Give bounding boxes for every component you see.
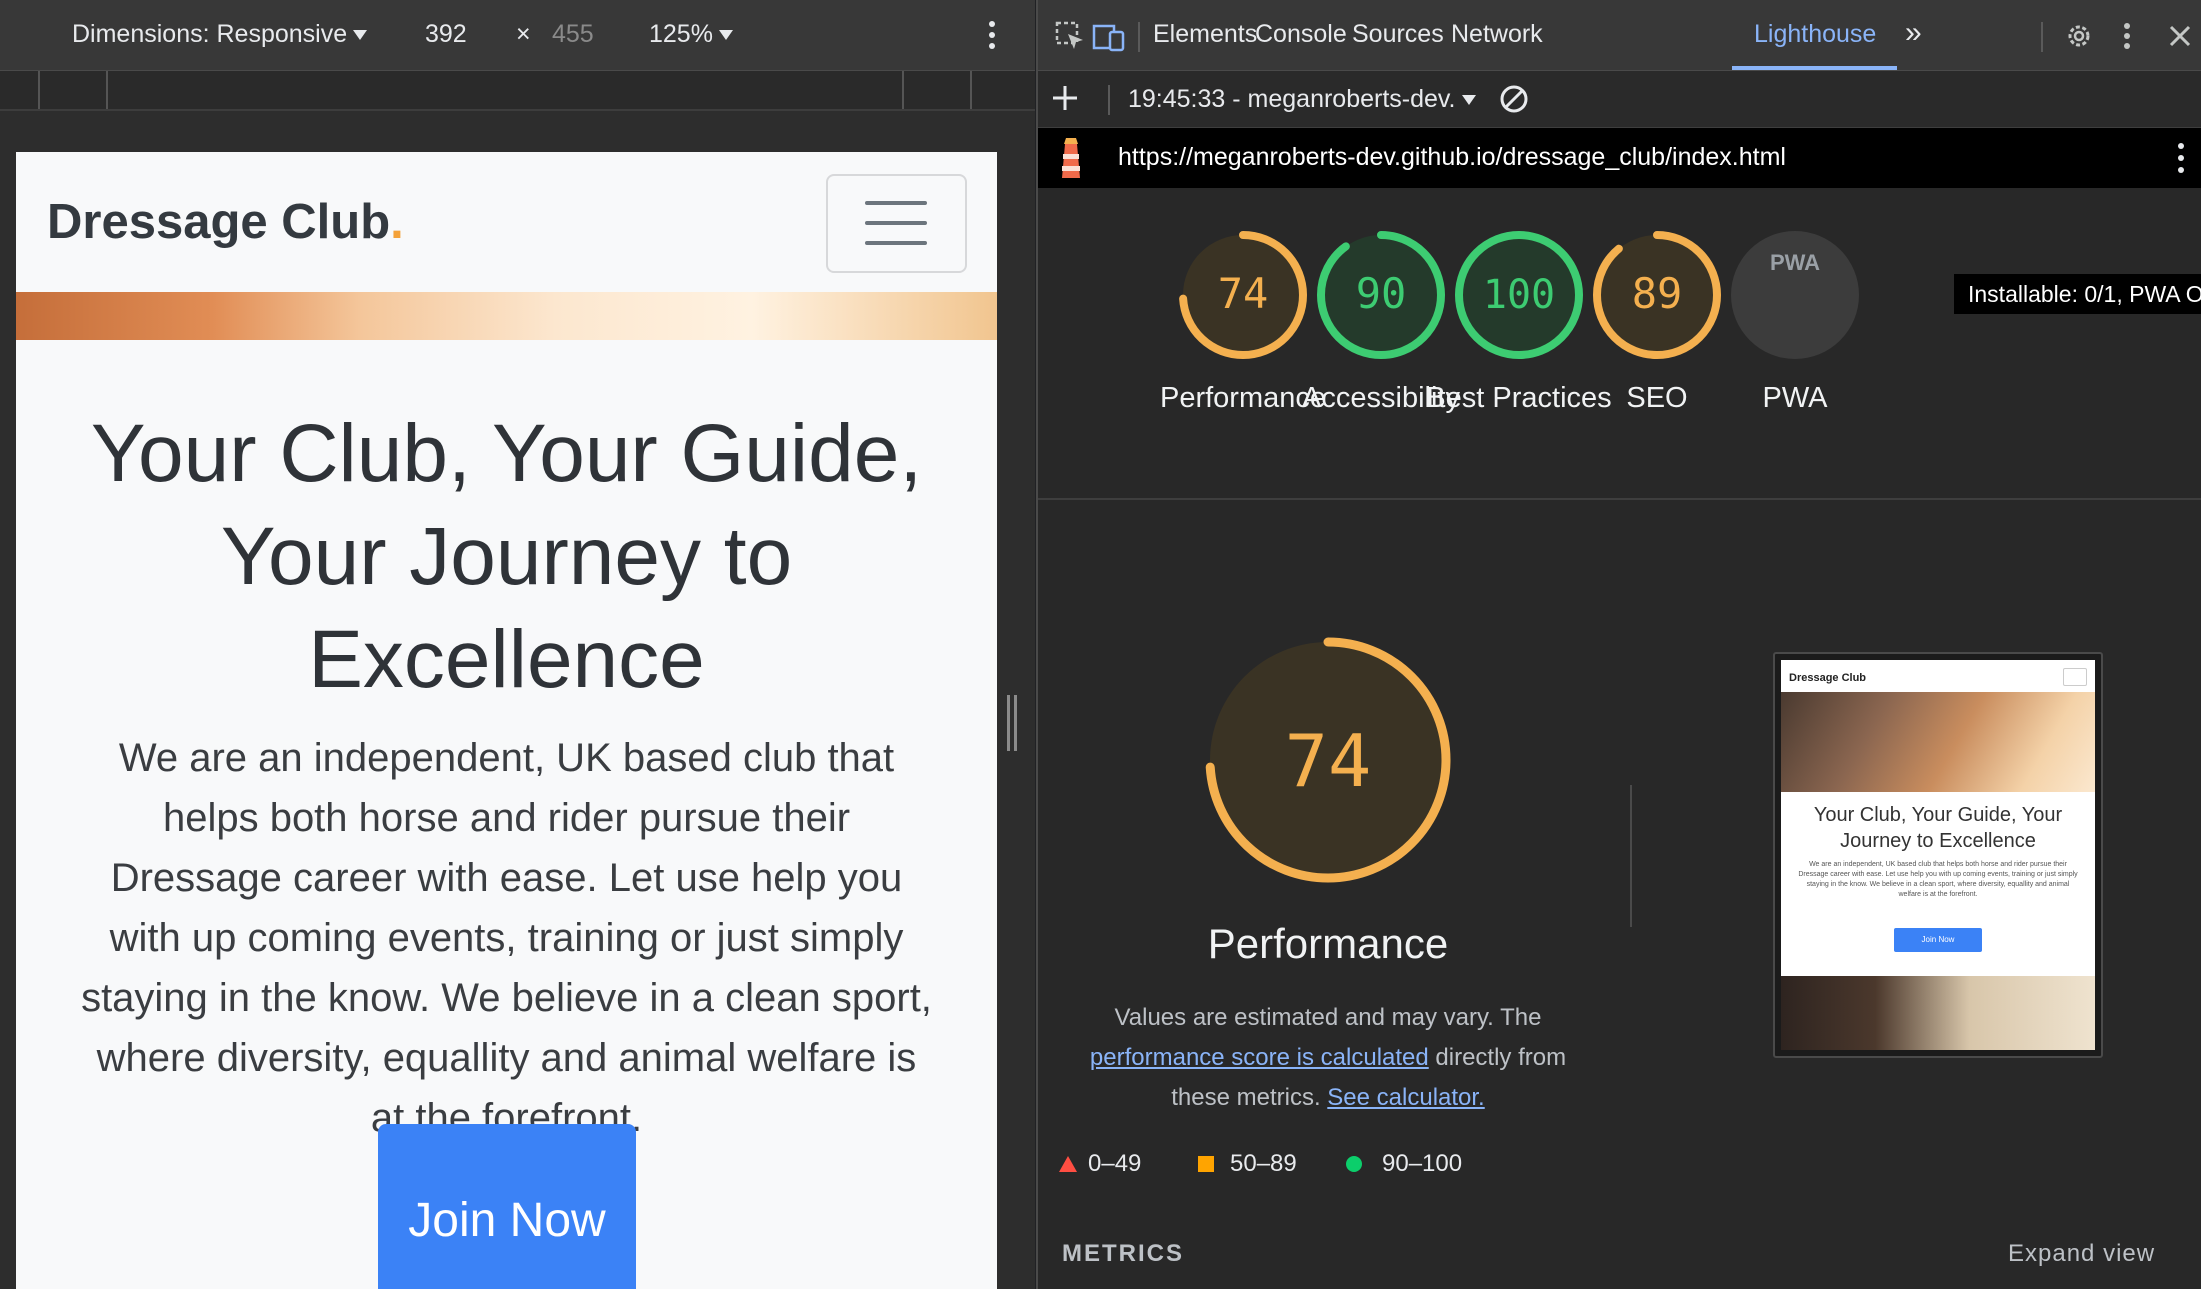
metrics-heading: METRICS (1062, 1240, 1184, 1267)
tab-elements[interactable]: Elements (1153, 20, 1257, 49)
times-icon: × (516, 20, 531, 48)
inspect-element-icon[interactable] (1054, 20, 1086, 57)
emulated-viewport: Dressage Club. Your Club, Your Guide, Yo… (16, 152, 997, 1289)
report-url[interactable]: https://meganroberts-dev.github.io/dress… (1118, 143, 1786, 172)
legend-range-fail: 0–49 (1088, 1150, 1142, 1177)
close-icon[interactable] (2166, 22, 2194, 55)
circle-pass-icon (1344, 1154, 1364, 1179)
ruler-tick (970, 71, 972, 109)
caret-down-icon (1461, 95, 1476, 106)
hamburger-icon (865, 221, 927, 225)
more-options-icon[interactable] (2120, 20, 2134, 57)
resize-handle[interactable] (1006, 695, 1018, 751)
hero-image (16, 292, 997, 340)
hero-title: Your Club, Your Guide, Your Journey to E… (90, 408, 923, 705)
score-legend: 0–49 50–89 90–100 (1058, 1150, 1858, 1190)
gauge-pwa[interactable]: PWA PWA (1698, 228, 1892, 418)
hamburger-icon (865, 241, 927, 245)
resize-handle-line (1014, 695, 1017, 751)
pwa-tooltip: Installable: 0/1, PWA Optimized (1954, 274, 2201, 314)
legend-range-average: 50–89 (1230, 1150, 1297, 1177)
hero-card: Your Club, Your Guide, Your Journey to E… (16, 340, 997, 1289)
caret-down-icon (353, 30, 368, 41)
performance-description: Values are estimated and may vary. The p… (1078, 998, 1578, 1118)
brand-text: Dressage Club (47, 195, 391, 249)
screenshot-title: Your Club, Your Guide, Your Journey to E… (1813, 804, 2063, 852)
performance-section: 74 Performance Values are estimated and … (1038, 500, 2201, 1289)
lighthouse-toolbar: 19:45:33 - meganroberts-dev. (1038, 71, 2201, 128)
see-calculator-link[interactable]: See calculator. (1327, 1084, 1484, 1111)
pwa-badge-label: PWA (1770, 250, 1820, 275)
score-value: 100 (1483, 272, 1555, 318)
brand-dot: . (390, 195, 404, 249)
plus-icon[interactable] (1050, 83, 1080, 118)
tab-console[interactable]: Console (1255, 20, 1347, 49)
separator (1138, 22, 1140, 52)
legend-range-pass: 90–100 (1382, 1150, 1463, 1177)
hero-text: We are an independent, UK based club tha… (81, 736, 932, 1140)
screenshot-page: Dressage Club Your Club, Your Guide, You… (1781, 660, 2095, 1050)
score-value: 90 (1356, 269, 1407, 318)
square-average-icon (1196, 1154, 1216, 1179)
gauge-label: PWA (1762, 382, 1828, 414)
site-brand[interactable]: Dressage Club. (47, 194, 404, 250)
device-toolbar-icon[interactable] (1092, 20, 1126, 57)
screenshot-hamburger-icon (2063, 668, 2087, 686)
zoom-label: 125% (649, 20, 713, 48)
screenshot-footer-image (1781, 976, 2095, 1050)
separator (1108, 85, 1110, 115)
screenshot-brand: Dressage Club (1789, 672, 1867, 684)
ruler-tick (902, 71, 904, 109)
width-input[interactable]: 392 (425, 20, 467, 49)
dimensions-label: Dimensions: Responsive (72, 20, 348, 48)
score-calculated-link[interactable]: performance score is calculated (1090, 1044, 1429, 1071)
ruler-tick (38, 71, 40, 109)
media-query-ruler[interactable] (0, 71, 1035, 111)
caret-down-icon (718, 30, 733, 41)
more-options-icon[interactable] (2175, 140, 2187, 181)
score-gauges: 74 Performance 90 Accessibility 100 Best… (1038, 188, 2201, 500)
tab-network[interactable]: Network (1451, 20, 1543, 49)
more-tabs-icon[interactable]: » (1905, 16, 1922, 50)
screenshot-hero-card: Your Club, Your Guide, Your Journey to E… (1781, 792, 2095, 976)
performance-score: 74 (1285, 719, 1372, 803)
pwa-badge-icon: PWA (1731, 231, 1859, 359)
report-url-bar: https://meganroberts-dev.github.io/dress… (1038, 128, 2201, 188)
active-tab-indicator (1732, 66, 1897, 70)
tab-sources[interactable]: Sources (1352, 20, 1444, 49)
resize-handle-line (1007, 695, 1010, 751)
triangle-fail-icon (1058, 1154, 1078, 1179)
hamburger-icon (865, 201, 927, 205)
zoom-dropdown[interactable]: 125% (649, 20, 733, 49)
tab-lighthouse[interactable]: Lighthouse (1754, 20, 1876, 49)
clear-icon[interactable] (1498, 83, 1530, 120)
settings-gear-icon[interactable] (2063, 20, 2095, 57)
desc-text: Values are estimated and may vary. The (1114, 1004, 1542, 1031)
dimensions-dropdown[interactable]: Dimensions: Responsive (72, 20, 368, 49)
final-screenshot[interactable]: Dressage Club Your Club, Your Guide, You… (1773, 652, 2103, 1058)
join-now-button[interactable]: Join Now (378, 1124, 636, 1289)
height-input[interactable]: 455 (552, 20, 594, 49)
score-value: 74 (1218, 269, 1269, 318)
performance-big-gauge: 74 (1205, 637, 1451, 883)
screenshot-hero-image (1781, 692, 2095, 792)
screenshot-text: We are an independent, UK based club tha… (1798, 861, 2078, 898)
lighthouse-icon (1056, 136, 1086, 185)
devtools-tabbar: Elements Console Sources Network Lightho… (1038, 0, 2201, 71)
device-emulation-pane: Dimensions: Responsive 392 × 455 125% Dr… (0, 0, 1035, 1289)
navbar-toggle-button[interactable] (826, 174, 967, 273)
more-options-icon[interactable] (985, 18, 999, 57)
screenshot-join-button: Join Now (1894, 928, 1982, 952)
ruler-tick (106, 71, 108, 109)
report-selector-label: 19:45:33 - meganroberts-dev. (1128, 85, 1456, 113)
device-toolbar: Dimensions: Responsive 392 × 455 125% (0, 0, 1035, 71)
devtools-panel: Elements Console Sources Network Lightho… (1038, 0, 2201, 1289)
vertical-divider (1630, 785, 1632, 927)
report-selector[interactable]: 19:45:33 - meganroberts-dev. (1128, 85, 1476, 114)
score-value: 89 (1632, 269, 1683, 318)
separator (2041, 22, 2043, 52)
expand-view-toggle[interactable]: Expand view (2008, 1240, 2155, 1268)
performance-title: Performance (1207, 920, 1449, 967)
